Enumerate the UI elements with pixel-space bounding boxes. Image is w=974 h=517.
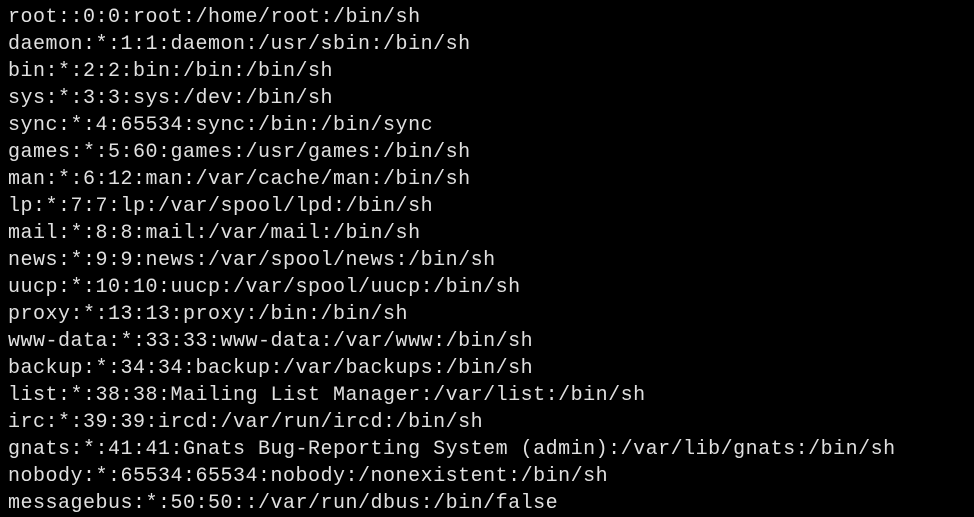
passwd-line: irc:*:39:39:ircd:/var/run/ircd:/bin/sh: [8, 409, 966, 436]
passwd-line: man:*:6:12:man:/var/cache/man:/bin/sh: [8, 166, 966, 193]
passwd-line: uucp:*:10:10:uucp:/var/spool/uucp:/bin/s…: [8, 274, 966, 301]
passwd-line: proxy:*:13:13:proxy:/bin:/bin/sh: [8, 301, 966, 328]
passwd-line: sync:*:4:65534:sync:/bin:/bin/sync: [8, 112, 966, 139]
passwd-line: lp:*:7:7:lp:/var/spool/lpd:/bin/sh: [8, 193, 966, 220]
passwd-line: bin:*:2:2:bin:/bin:/bin/sh: [8, 58, 966, 85]
passwd-line: nobody:*:65534:65534:nobody:/nonexistent…: [8, 463, 966, 490]
passwd-line: gnats:*:41:41:Gnats Bug-Reporting System…: [8, 436, 966, 463]
passwd-line: backup:*:34:34:backup:/var/backups:/bin/…: [8, 355, 966, 382]
passwd-line: news:*:9:9:news:/var/spool/news:/bin/sh: [8, 247, 966, 274]
passwd-line: daemon:*:1:1:daemon:/usr/sbin:/bin/sh: [8, 31, 966, 58]
terminal-output: root::0:0:root:/home/root:/bin/sh daemon…: [0, 0, 974, 517]
passwd-line: mail:*:8:8:mail:/var/mail:/bin/sh: [8, 220, 966, 247]
passwd-line: messagebus:*:50:50::/var/run/dbus:/bin/f…: [8, 490, 966, 517]
passwd-line: list:*:38:38:Mailing List Manager:/var/l…: [8, 382, 966, 409]
passwd-line: games:*:5:60:games:/usr/games:/bin/sh: [8, 139, 966, 166]
passwd-line: sys:*:3:3:sys:/dev:/bin/sh: [8, 85, 966, 112]
passwd-line: www-data:*:33:33:www-data:/var/www:/bin/…: [8, 328, 966, 355]
passwd-line: root::0:0:root:/home/root:/bin/sh: [8, 4, 966, 31]
